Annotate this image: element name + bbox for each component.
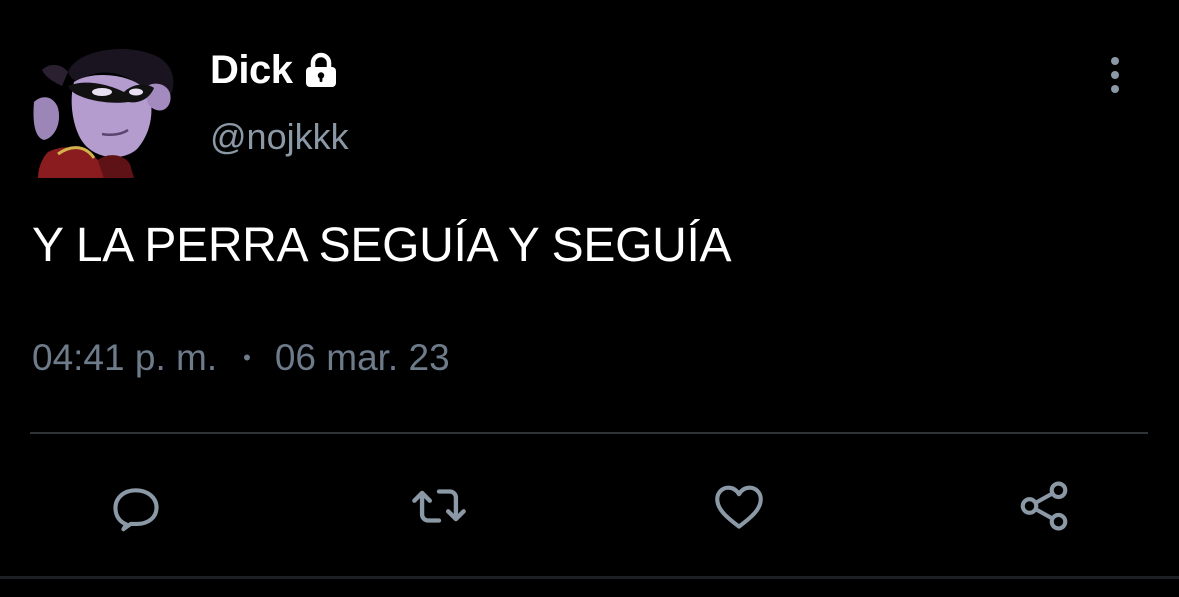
retweet-icon (412, 489, 466, 523)
share-button[interactable] (1012, 474, 1076, 538)
tweet-text: Y LA PERRA SEGUÍA Y SEGUÍA (32, 219, 732, 272)
avatar-image (28, 42, 180, 178)
like-button[interactable] (707, 474, 771, 538)
bottom-divider (0, 576, 1179, 579)
display-name-row[interactable]: Dick (210, 44, 341, 96)
timestamp-row: 04:41 p. m. • 06 mar. 23 (32, 334, 450, 382)
tweet-date[interactable]: 06 mar. 23 (275, 337, 450, 379)
user-handle[interactable]: @nojkkk (210, 116, 349, 158)
display-name[interactable]: Dick (210, 48, 293, 93)
tweet-time[interactable]: 04:41 p. m. (32, 337, 217, 379)
reply-icon (113, 488, 159, 532)
heart-icon (715, 485, 763, 529)
lock-icon (301, 50, 341, 90)
retweet-button[interactable] (407, 474, 471, 538)
divider (30, 432, 1148, 434)
share-icon (1020, 481, 1068, 531)
more-vertical-icon (1111, 57, 1119, 93)
separator-dot: • (243, 345, 251, 370)
more-options-button[interactable] (1096, 50, 1136, 100)
tweet-detail: Dick @nojkkk Y LA PERRA SEGUÍA Y SEGUÍA … (0, 0, 1179, 597)
avatar[interactable] (28, 42, 180, 178)
reply-button[interactable] (104, 474, 168, 538)
